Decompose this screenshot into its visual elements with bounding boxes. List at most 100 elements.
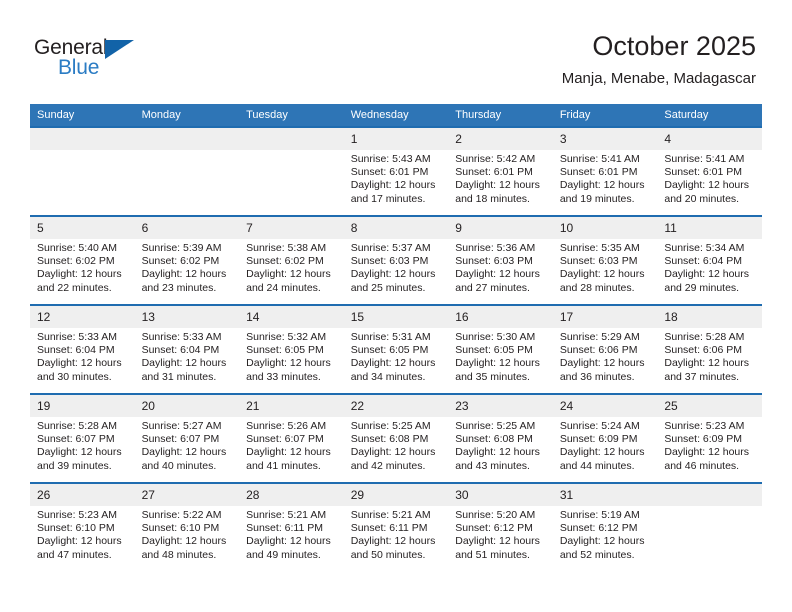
calendar-day-cell[interactable]: 29 Sunrise: 5:21 AM Sunset: 6:11 PM Dayligh… [343,482,449,571]
sunrise-text: Sunrise: 5:42 AM [455,153,536,165]
day-number: 20 [134,395,240,417]
daylight-text: Daylight: 12 hours and 39 minutes. [37,446,122,472]
calendar-day-cell[interactable]: 22 Sunrise: 5:25 AM Sunset: 6:08 PM Dayligh… [343,393,449,483]
daylight-text: Daylight: 12 hours and 43 minutes. [455,446,540,472]
day-details: Sunrise: 5:20 AM Sunset: 6:12 PM Daylight:… [448,506,553,562]
calendar-day-cell[interactable]: 9 Sunrise: 5:36 AM Sunset: 6:03 PM Daylight… [448,215,553,305]
calendar-day-cell[interactable]: 30 Sunrise: 5:20 AM Sunset: 6:12 PM Dayligh… [448,482,553,571]
title-block: October 2025 Manja, Menabe, Madagascar [562,30,756,89]
daylight-text: Daylight: 12 hours and 42 minutes. [350,446,436,472]
sunrise-text: Sunrise: 5:22 AM [141,509,222,521]
calendar-day-cell[interactable]: 1 Sunrise: 5:43 AM Sunset: 6:01 PM Daylight… [343,126,449,216]
sunrise-text: Sunrise: 5:26 AM [246,420,327,432]
day-details: Sunrise: 5:28 AM Sunset: 6:06 PM Daylight:… [657,328,762,384]
sunrise-text: Sunrise: 5:30 AM [455,331,536,343]
calendar-day-cell[interactable]: 10 Sunrise: 5:35 AM Sunset: 6:03 PM Dayligh… [552,215,658,305]
day-number: 17 [552,306,658,328]
day-details: Sunrise: 5:43 AM Sunset: 6:01 PM Daylight:… [344,150,449,206]
calendar-day-cell[interactable]: 26 Sunrise: 5:23 AM Sunset: 6:10 PM Dayligh… [30,482,135,571]
day-details: Sunrise: 5:38 AM Sunset: 6:02 PM Daylight:… [239,239,344,295]
weekday-header-saturday: Saturday [657,104,762,127]
calendar-day-cell[interactable]: 17 Sunrise: 5:29 AM Sunset: 6:06 PM Dayligh… [552,304,658,394]
day-details: Sunrise: 5:27 AM Sunset: 6:07 PM Daylight:… [135,417,240,473]
daylight-text: Daylight: 12 hours and 22 minutes. [37,268,122,294]
sunrise-text: Sunrise: 5:28 AM [37,420,117,432]
daylight-text: Daylight: 12 hours and 18 minutes. [455,179,540,205]
sunrise-text: Sunrise: 5:19 AM [559,509,640,521]
sunrise-text: Sunrise: 5:25 AM [455,420,536,432]
calendar-day-cell[interactable]: 14 Sunrise: 5:32 AM Sunset: 6:05 PM Dayligh… [239,304,344,394]
calendar-day-cell[interactable]: 16 Sunrise: 5:30 AM Sunset: 6:05 PM Dayligh… [448,304,553,394]
calendar-day-cell-empty [657,482,762,571]
day-details: Sunrise: 5:24 AM Sunset: 6:09 PM Daylight:… [553,417,658,473]
calendar-day-cell[interactable]: 28 Sunrise: 5:21 AM Sunset: 6:11 PM Dayligh… [239,482,344,571]
sunset-text: Sunset: 6:01 PM [350,166,429,179]
calendar-day-cell[interactable]: 11 Sunrise: 5:34 AM Sunset: 6:04 PM Dayligh… [657,215,762,305]
calendar-day-cell[interactable]: 20 Sunrise: 5:27 AM Sunset: 6:07 PM Dayligh… [134,393,240,483]
calendar-day-cell[interactable]: 2 Sunrise: 5:42 AM Sunset: 6:01 PM Daylight… [448,126,553,216]
daylight-text: Daylight: 12 hours and 40 minutes. [141,446,227,472]
day-number: 22 [343,395,449,417]
sunrise-text: Sunrise: 5:21 AM [350,509,431,521]
day-number: 10 [552,217,658,239]
calendar-day-cell[interactable]: 19 Sunrise: 5:28 AM Sunset: 6:07 PM Dayligh… [30,393,135,483]
sunset-text: Sunset: 6:02 PM [37,255,115,268]
sunrise-text: Sunrise: 5:29 AM [559,331,640,343]
sunrise-text: Sunrise: 5:23 AM [664,420,745,432]
day-number: 6 [134,217,240,239]
weekday-header-thursday: Thursday [448,104,553,127]
calendar-day-cell[interactable]: 12 Sunrise: 5:33 AM Sunset: 6:04 PM Dayligh… [30,304,135,394]
sunset-text: Sunset: 6:05 PM [350,344,429,357]
sunset-text: Sunset: 6:03 PM [350,255,429,268]
day-number [30,128,135,150]
sunrise-text: Sunrise: 5:36 AM [455,242,536,254]
day-details: Sunrise: 5:37 AM Sunset: 6:03 PM Daylight:… [344,239,449,295]
calendar-day-cell[interactable]: 27 Sunrise: 5:22 AM Sunset: 6:10 PM Dayligh… [134,482,240,571]
sunrise-text: Sunrise: 5:27 AM [141,420,222,432]
day-details: Sunrise: 5:33 AM Sunset: 6:04 PM Daylight:… [30,328,135,384]
calendar-day-cell[interactable]: 25 Sunrise: 5:23 AM Sunset: 6:09 PM Dayligh… [657,393,762,483]
daylight-text: Daylight: 12 hours and 24 minutes. [246,268,331,294]
calendar-day-cell[interactable]: 13 Sunrise: 5:33 AM Sunset: 6:04 PM Dayligh… [134,304,240,394]
day-number: 27 [134,484,240,506]
sunset-text: Sunset: 6:09 PM [559,433,638,446]
day-details: Sunrise: 5:34 AM Sunset: 6:04 PM Daylight:… [657,239,762,295]
calendar-day-cell[interactable]: 23 Sunrise: 5:25 AM Sunset: 6:08 PM Dayligh… [448,393,553,483]
sunrise-text: Sunrise: 5:23 AM [37,509,117,521]
calendar-day-cell[interactable]: 4 Sunrise: 5:41 AM Sunset: 6:01 PM Daylight… [657,126,762,216]
sunset-text: Sunset: 6:04 PM [664,255,743,268]
weekday-header-monday: Monday [134,104,240,127]
sunset-text: Sunset: 6:01 PM [455,166,533,179]
calendar-day-cell[interactable]: 3 Sunrise: 5:41 AM Sunset: 6:01 PM Daylight… [552,126,658,216]
daylight-text: Daylight: 12 hours and 29 minutes. [664,268,750,294]
calendar-week-row: 19 Sunrise: 5:28 AM Sunset: 6:07 PM Dayligh… [30,393,762,483]
sunrise-text: Sunrise: 5:25 AM [350,420,431,432]
sunrise-text: Sunrise: 5:20 AM [455,509,536,521]
day-details: Sunrise: 5:39 AM Sunset: 6:02 PM Daylight:… [135,239,240,295]
daylight-text: Daylight: 12 hours and 46 minutes. [664,446,750,472]
sunrise-text: Sunrise: 5:41 AM [559,153,640,165]
calendar-day-cell[interactable]: 15 Sunrise: 5:31 AM Sunset: 6:05 PM Dayligh… [343,304,449,394]
day-details: Sunrise: 5:19 AM Sunset: 6:12 PM Daylight:… [553,506,658,562]
calendar-day-cell[interactable]: 31 Sunrise: 5:19 AM Sunset: 6:12 PM Dayligh… [552,482,658,571]
daylight-text: Daylight: 12 hours and 19 minutes. [559,179,645,205]
calendar-day-cell-empty [30,126,135,216]
sunset-text: Sunset: 6:12 PM [455,522,533,535]
calendar-grid: Sunday Monday Tuesday Wednesday Thursday… [30,104,762,571]
sunrise-text: Sunrise: 5:28 AM [664,331,745,343]
calendar-day-cell[interactable]: 18 Sunrise: 5:28 AM Sunset: 6:06 PM Dayligh… [657,304,762,394]
day-details: Sunrise: 5:28 AM Sunset: 6:07 PM Daylight:… [30,417,135,473]
logo-text-blue: Blue [58,56,100,79]
calendar-day-cell[interactable]: 6 Sunrise: 5:39 AM Sunset: 6:02 PM Daylight… [134,215,240,305]
day-details: Sunrise: 5:21 AM Sunset: 6:11 PM Daylight:… [239,506,344,562]
calendar-day-cell[interactable]: 8 Sunrise: 5:37 AM Sunset: 6:03 PM Daylight… [343,215,449,305]
calendar-day-cell[interactable]: 7 Sunrise: 5:38 AM Sunset: 6:02 PM Daylight… [239,215,344,305]
sunrise-text: Sunrise: 5:35 AM [559,242,640,254]
page-subtitle: Manja, Menabe, Madagascar [561,70,756,87]
calendar-week-row: 12 Sunrise: 5:33 AM Sunset: 6:04 PM Dayligh… [30,304,762,394]
sunrise-text: Sunrise: 5:34 AM [664,242,745,254]
calendar-day-cell[interactable]: 5 Sunrise: 5:40 AM Sunset: 6:02 PM Daylight… [30,215,135,305]
calendar-day-cell[interactable]: 24 Sunrise: 5:24 AM Sunset: 6:09 PM Dayligh… [552,393,658,483]
calendar-day-cell[interactable]: 21 Sunrise: 5:26 AM Sunset: 6:07 PM Dayligh… [239,393,344,483]
generalblue-logo[interactable]: General Blue [34,36,214,84]
